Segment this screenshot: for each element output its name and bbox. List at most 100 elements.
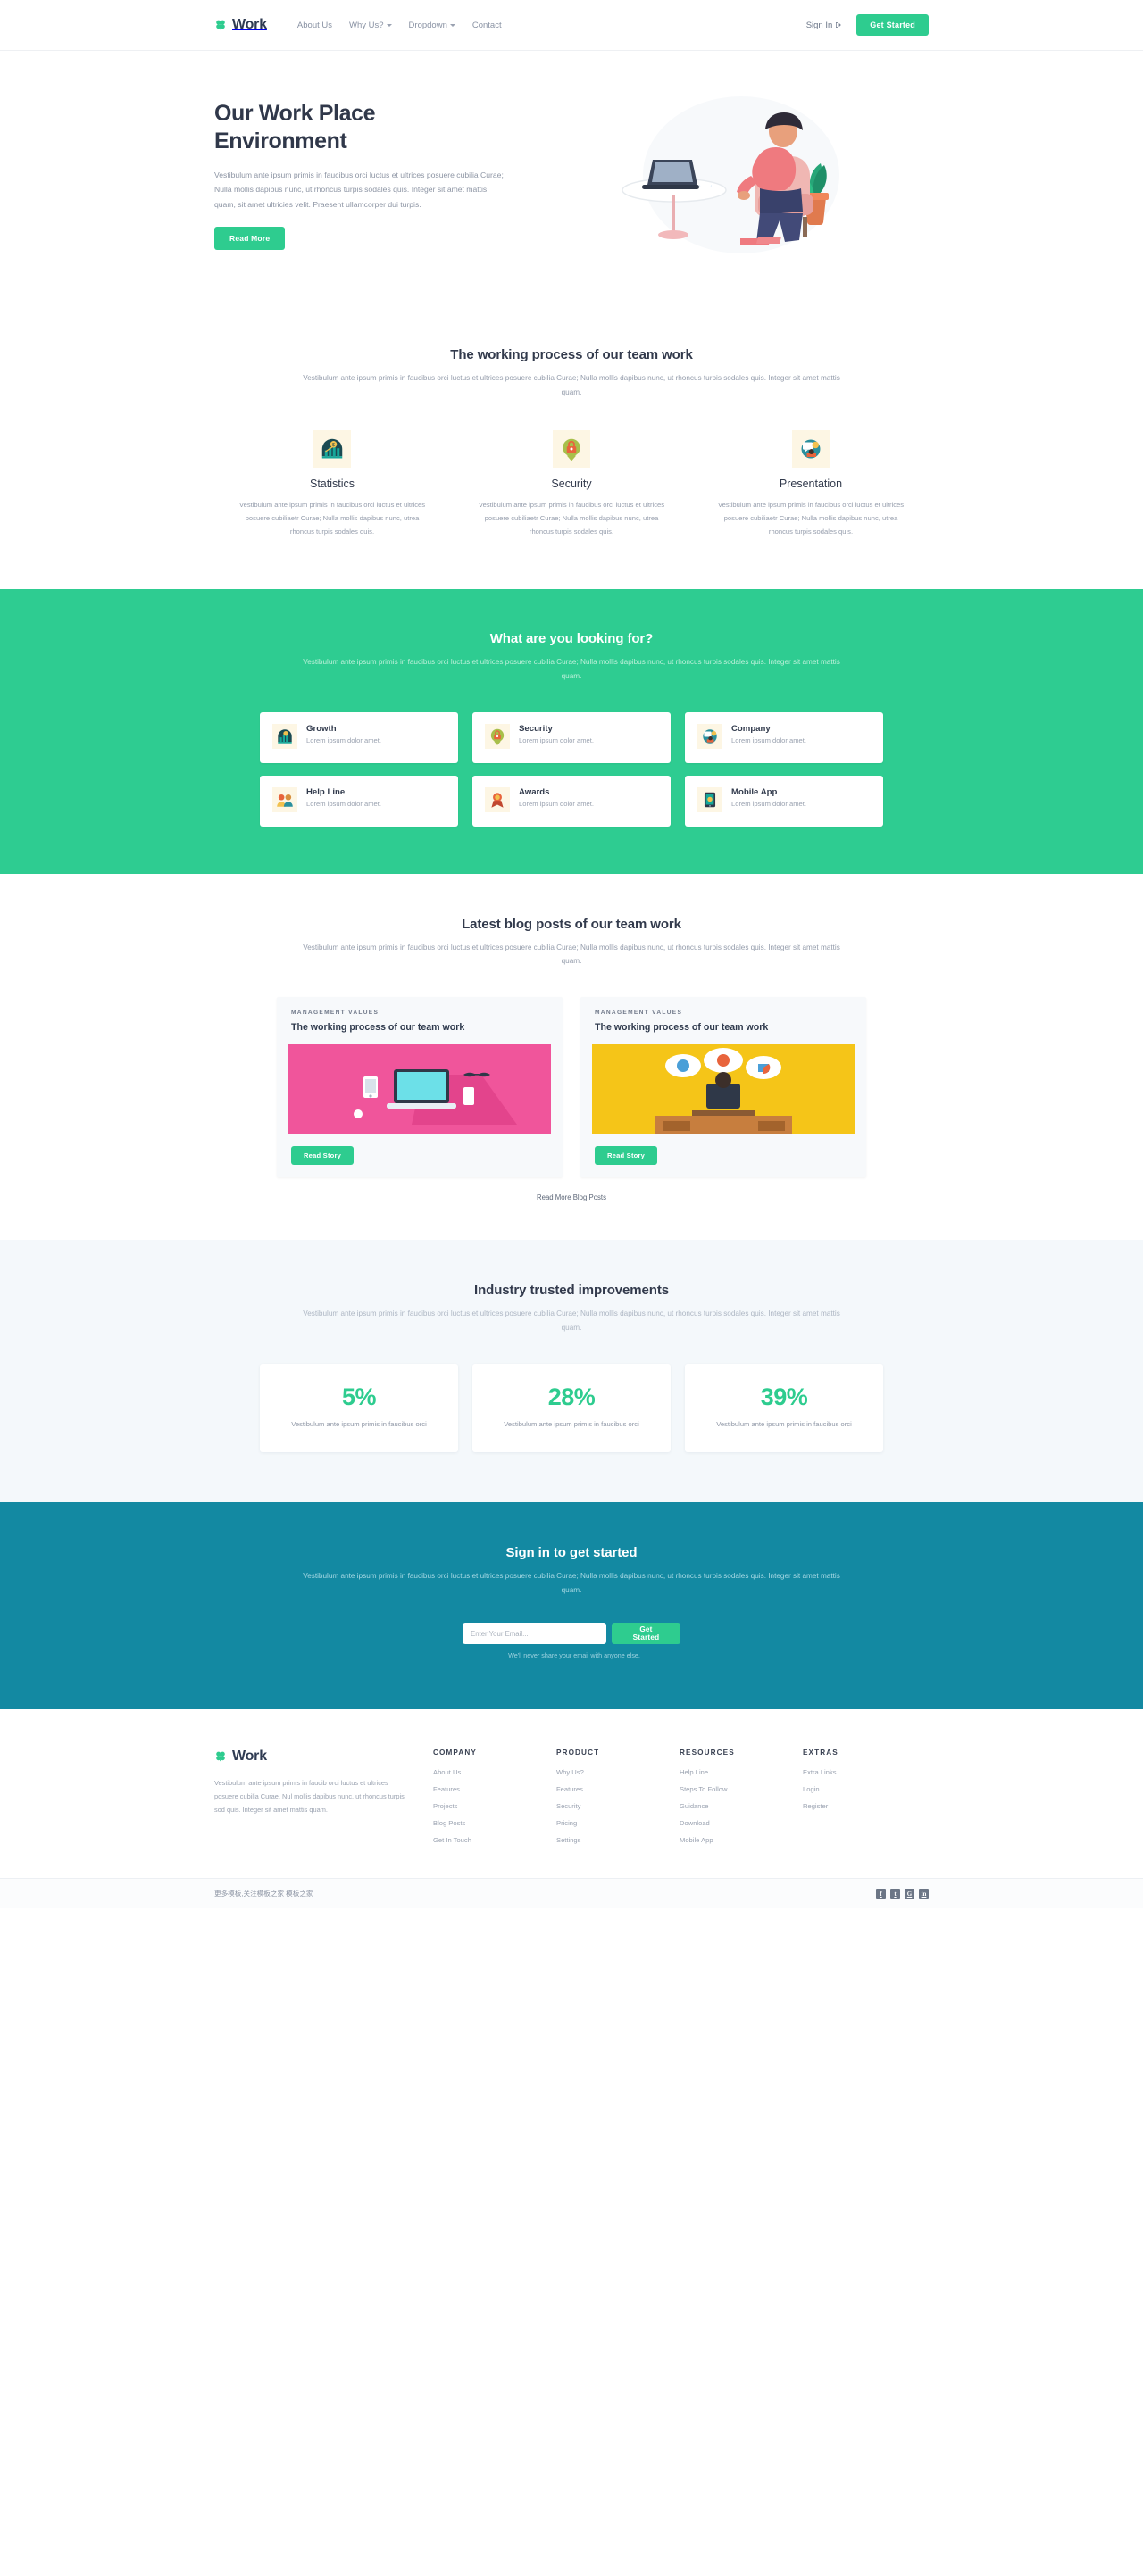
stat-card: 39% Vestibulum ante ipsum primis in fauc… [685, 1363, 883, 1453]
section-subtitle: Vestibulum ante ipsum primis in faucibus… [303, 374, 840, 396]
footer-link[interactable]: Register [803, 1802, 926, 1810]
nav-item-about-us[interactable]: About Us [297, 21, 332, 30]
facebook-icon[interactable]: f [876, 1889, 886, 1899]
company-presentation-icon [697, 723, 722, 749]
footer-link[interactable]: Mobile App [680, 1836, 803, 1844]
footer-column-company: COMPANY About Us Features Projects Blog … [433, 1749, 556, 1844]
brand-logo[interactable]: Work [214, 17, 267, 33]
stats-section: Industry trusted improvements Vestibulum… [0, 1239, 1143, 1503]
stat-value: 5% [341, 1383, 377, 1410]
feature-card-title: Mobile App [731, 786, 778, 797]
security-padlock-icon [485, 723, 510, 749]
linkedin-icon[interactable]: in [919, 1889, 929, 1899]
nav-item-label: About Us [296, 20, 332, 30]
bottom-bar-text: 更多模板,关注模板之家 模板之家 [214, 1890, 313, 1899]
feature-card-growth[interactable]: Growth Lorem ipsum dolor amet. [260, 711, 458, 763]
footer-link[interactable]: Extra Links [803, 1768, 926, 1776]
footer-link[interactable]: Projects [433, 1802, 556, 1810]
signup-disclaimer: We'll never share your email with anyone… [508, 1651, 640, 1660]
footer-column-extras: EXTRAS Extra Links Login Register [803, 1749, 926, 1844]
footer-link[interactable]: Help Line [680, 1768, 803, 1776]
footer-link[interactable]: Guidance [680, 1802, 803, 1810]
nav-item-label: Dropdown [408, 20, 447, 30]
footer-column-product: PRODUCT Why Us? Features Security Pricin… [556, 1749, 680, 1844]
footer-column-resources: RESOURCES Help Line Steps To Follow Guid… [680, 1749, 803, 1844]
section-title: Sign in to get started [505, 1545, 638, 1561]
feature-card-text: Lorem ipsum dolor amet. [519, 799, 594, 808]
google-plus-icon[interactable]: G [905, 1889, 914, 1899]
feature-card-title: Security [519, 723, 553, 734]
blog-card[interactable]: MANAGEMENT VALUES The working process of… [580, 997, 866, 1177]
stat-card: 5% Vestibulum ante ipsum primis in fauci… [260, 1363, 458, 1453]
nav-item-why-us[interactable]: Why Us? [349, 21, 392, 30]
security-padlock-icon [553, 429, 590, 468]
chevron-down-icon [386, 23, 392, 27]
feature-card-grid: Growth Lorem ipsum dolor amet. Security Lo… [0, 711, 1143, 827]
footer-link[interactable]: Blog Posts [433, 1819, 556, 1827]
section-title: Latest blog posts of our team work [462, 916, 681, 932]
section-subtitle: Vestibulum ante ipsum primis in faucibus… [303, 943, 840, 966]
section-title: Industry trusted improvements [474, 1282, 669, 1298]
footer-column-heading: EXTRAS [803, 1749, 838, 1757]
feature-card-help-line[interactable]: Help Line Lorem ipsum dolor amet. [260, 775, 458, 827]
feature-card-title: Awards [519, 786, 550, 797]
feature-card-security[interactable]: Security Lorem ipsum dolor amet. [472, 711, 671, 763]
footer-link[interactable]: Get In Touch [433, 1836, 556, 1844]
footer-column-heading: PRODUCT [556, 1749, 600, 1757]
signup-section: Sign in to get started Vestibulum ante i… [0, 1502, 1143, 1710]
process-column-title: Security [551, 477, 592, 490]
blog-title: The working process of our team work [595, 1022, 769, 1034]
pink-laptop-desk-illustration [288, 1043, 551, 1134]
process-column: $ Statistics Vestibulum ante ipsum primi… [233, 429, 431, 539]
blog-card[interactable]: MANAGEMENT VALUES The working process of… [277, 997, 563, 1177]
footer-link[interactable]: Features [556, 1785, 680, 1793]
read-more-blog-posts-link[interactable]: Read More Blog Posts [537, 1193, 606, 1201]
blog-title: The working process of our team work [291, 1022, 465, 1034]
footer-description: Vestibulum ante ipsum primis in faucib o… [214, 1779, 405, 1815]
stat-value: 39% [760, 1383, 808, 1410]
footer-column-heading: COMPANY [433, 1749, 477, 1757]
feature-card-company[interactable]: Company Lorem ipsum dolor amet. [685, 711, 883, 763]
feature-card-title: Help Line [306, 786, 346, 797]
stat-text: Vestibulum ante ipsum primis in faucibus… [291, 1419, 427, 1428]
footer-link[interactable]: Download [680, 1819, 803, 1827]
stat-value: 28% [547, 1383, 596, 1410]
sign-in-arrow-icon [836, 22, 842, 28]
process-column: Presentation Vestibulum ante ipsum primi… [712, 429, 910, 539]
sign-in-label: Sign In [805, 20, 833, 30]
footer: Work Vestibulum ante ipsum primis in fau… [0, 1709, 1143, 1879]
footer-link[interactable]: About Us [433, 1768, 556, 1776]
get-started-button[interactable]: Get Started [856, 14, 929, 36]
twitter-icon[interactable]: t [890, 1889, 900, 1899]
process-section: The working process of our team work Ves… [0, 306, 1143, 589]
section-subtitle: Vestibulum ante ipsum primis in faucibus… [303, 1572, 840, 1595]
footer-link[interactable]: Security [556, 1802, 680, 1810]
nav-item-contact[interactable]: Contact [472, 21, 502, 30]
section-subtitle: Vestibulum ante ipsum primis in faucibus… [303, 1309, 840, 1332]
footer-link[interactable]: Pricing [556, 1819, 680, 1827]
feature-card-text: Lorem ipsum dolor amet. [731, 735, 806, 744]
feature-card-awards[interactable]: Awards Lorem ipsum dolor amet. [472, 775, 671, 827]
read-story-button[interactable]: Read Story [595, 1145, 658, 1165]
footer-link[interactable]: Steps To Follow [680, 1785, 803, 1793]
read-story-button[interactable]: Read Story [291, 1145, 355, 1165]
signup-get-started-button[interactable]: Get Started [611, 1623, 680, 1645]
process-column-text: Vestibulum ante ipsum primis in faucibus… [717, 500, 905, 536]
growth-chart-icon [272, 723, 297, 749]
footer-link[interactable]: Login [803, 1785, 926, 1793]
clover-logo-icon [214, 19, 227, 31]
read-more-button[interactable]: Read More [214, 226, 286, 250]
blog-section: Latest blog posts of our team work Vesti… [0, 873, 1143, 1240]
nav-item-dropdown[interactable]: Dropdown [409, 21, 455, 30]
process-column: Security Vestibulum ante ipsum primis in… [472, 429, 671, 539]
yellow-person-at-desk-illustration [592, 1043, 855, 1134]
footer-link[interactable]: Features [433, 1785, 556, 1793]
sign-in-link[interactable]: Sign In [806, 21, 843, 30]
blog-kicker: MANAGEMENT VALUES [291, 1010, 380, 1017]
feature-card-mobile-app[interactable]: Mobile App Lorem ipsum dolor amet. [685, 775, 883, 827]
hero-section: Our Work Place Environment Vestibulum an… [0, 51, 1143, 306]
email-input[interactable] [463, 1623, 606, 1645]
footer-link[interactable]: Why Us? [556, 1768, 680, 1776]
process-column-text: Vestibulum ante ipsum primis in faucibus… [478, 500, 665, 536]
footer-link[interactable]: Settings [556, 1836, 680, 1844]
